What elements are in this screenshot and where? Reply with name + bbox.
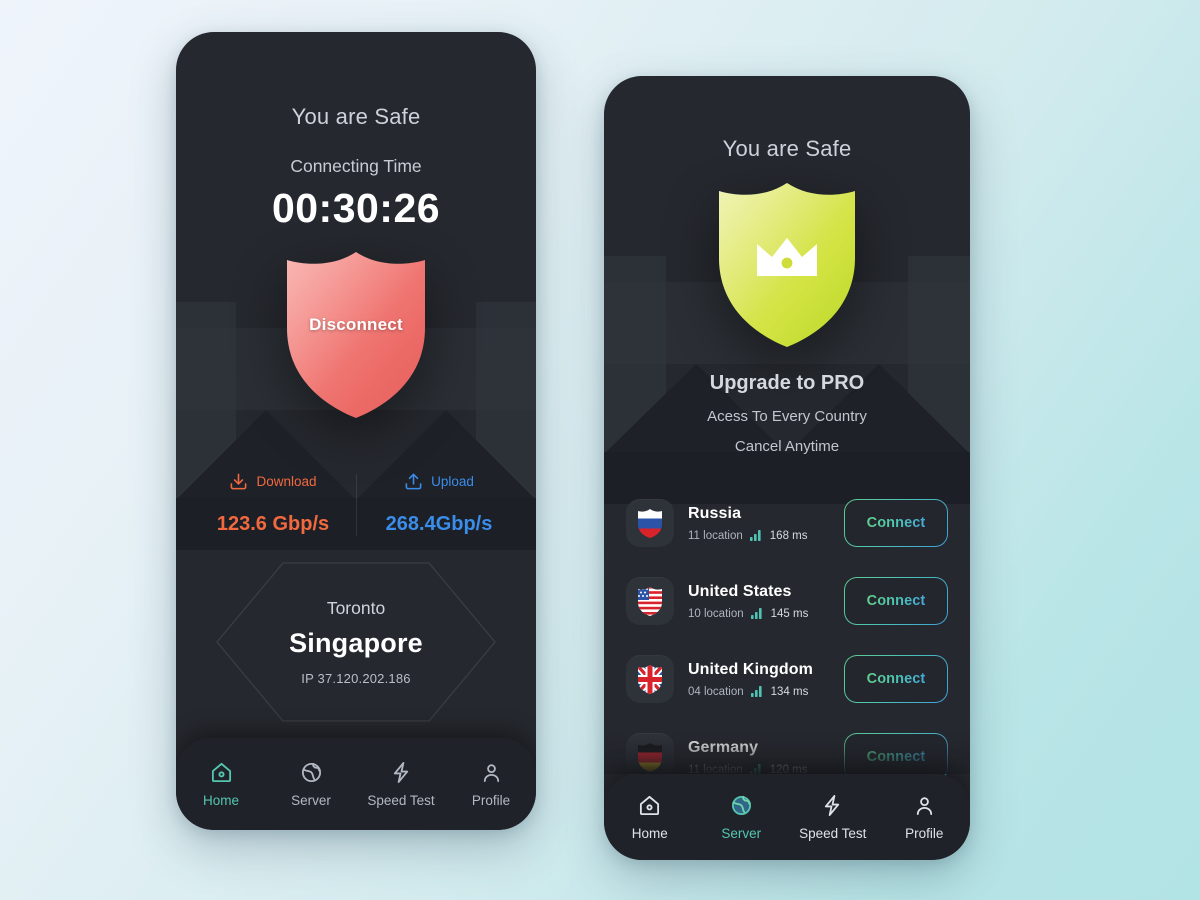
upload-icon [405,473,422,490]
upload-value: 268.4Gbp/s [385,513,493,535]
server-locations: 04 location [688,685,744,698]
connect-button[interactable]: Connect [844,655,948,703]
connection-timer: 00:30:26 [271,185,441,231]
bottom-nav-home: Home Server Speed Test Profile [176,738,536,830]
connect-label: Connect [866,593,926,609]
connect-button[interactable]: Connect [844,499,948,547]
safe-title: You are Safe [291,104,421,129]
shield-green-icon [719,183,855,347]
signal-bars-icon [750,608,762,619]
pro-copy: Upgrade to PRO Acess To Every Country Ca… [604,372,970,455]
person-icon [916,796,932,815]
stats-divider [356,474,357,536]
server-ping: 168 ms [769,529,808,542]
download-value: 123.6 Gbp/s [216,513,330,535]
server-info: Russia 11 location 168 ms [688,505,830,542]
upload-stat: Upload 268.4Gbp/s [356,472,522,536]
nav-label-home: Home [202,792,239,808]
lightning-icon [393,761,408,783]
nav-item-server[interactable]: Server [266,761,356,808]
phone-home-screen: You are Safe Connecting Time 00:30:26 Di… [176,32,536,830]
upgrade-sub-2: Cancel Anytime [734,438,840,455]
table-row[interactable]: United Kingdom 04 location 134 ms Connec… [604,648,970,710]
globe-icon [731,795,751,815]
disconnect-shield-container: Disconnect [176,250,536,420]
server-info: Germany 11 location 120 ms [688,739,830,776]
table-row[interactable]: United States 10 location 145 ms Connect [604,570,970,632]
nav-label-server: Server [721,825,762,841]
home-icon [211,762,231,782]
nav-item-profile[interactable]: Profile [879,794,971,841]
location-from: Toronto [326,598,386,618]
safe-title: You are Safe [722,136,852,161]
server-ping: 134 ms [770,685,809,698]
speed-stats: Download 123.6 Gbp/s Upload 268.4Gbp/s [190,472,522,536]
location-panel[interactable]: Toronto Singapore IP 37.120.202.186 [176,562,536,722]
download-stat: Download 123.6 Gbp/s [190,472,356,536]
nav-label-speed-test: Speed Test [367,792,435,808]
upload-label: Upload [431,474,474,489]
nav-label-profile: Profile [471,792,511,808]
upgrade-sub-1: Acess To Every Country [707,408,867,425]
server-meta: 11 location 168 ms [688,530,830,542]
nav-item-speed-test[interactable]: Speed Test [787,794,879,841]
lightning-icon [825,794,840,816]
connect-label: Connect [866,515,926,531]
nav-item-home[interactable]: Home [176,761,266,808]
flag-russia-icon [626,499,674,547]
globe-icon [301,762,321,782]
download-label: Download [256,474,317,489]
connecting-time-label: Connecting Time [290,156,422,176]
download-header: Download [190,472,356,491]
server-meta: 10 location 145 ms [688,608,830,620]
phone-server-screen: You are Safe Upgrade to PRO Acess To Eve… [604,76,970,860]
server-name: United Kingdom [688,660,813,678]
person-icon [483,763,499,782]
pro-shield-container[interactable] [604,181,970,349]
nav-item-server[interactable]: Server [696,794,788,841]
signal-bars-icon [750,686,762,697]
nav-label-server: Server [291,792,331,808]
home-header: You are Safe Connecting Time 00:30:26 [176,104,536,232]
shield-red-icon [287,252,425,418]
server-meta: 04 location 134 ms [688,686,830,698]
server-name: Russia [688,504,742,522]
home-screen-content: You are Safe Connecting Time 00:30:26 Di… [176,32,536,830]
server-name: Germany [688,738,759,756]
flag-uk-icon [626,655,674,703]
location-ip: IP 37.120.202.186 [301,671,411,686]
nav-label-home: Home [631,825,668,841]
connect-label: Connect [866,671,926,687]
server-ping: 145 ms [770,607,809,620]
location-to: Singapore [289,628,423,658]
signal-bars-icon [749,530,761,541]
upload-header: Upload [356,472,522,491]
disconnect-button[interactable]: Disconnect [277,250,435,420]
connect-button[interactable]: Connect [844,577,948,625]
home-icon [640,795,660,815]
nav-item-profile[interactable]: Profile [446,761,536,808]
table-row[interactable]: Russia 11 location 168 ms Connect [604,492,970,554]
upgrade-shield[interactable] [709,181,865,349]
server-info: United States 10 location 145 ms [688,583,830,620]
bottom-nav-server: Home Server Speed Test Profile [604,774,970,860]
nav-label-profile: Profile [905,825,944,841]
nav-item-home[interactable]: Home [604,794,696,841]
flag-usa-icon [626,577,674,625]
server-name: United States [688,582,792,600]
server-locations: 10 location [688,607,744,620]
upgrade-title: Upgrade to PRO [709,372,865,394]
download-icon [231,473,247,490]
nav-label-speed-test: Speed Test [799,825,867,841]
nav-item-speed-test[interactable]: Speed Test [356,761,446,808]
server-locations: 11 location [688,529,743,542]
server-info: United Kingdom 04 location 134 ms [688,661,830,698]
connect-label: Connect [866,749,926,765]
server-screen-content: You are Safe Upgrade to PRO Acess To Eve… [604,76,970,860]
